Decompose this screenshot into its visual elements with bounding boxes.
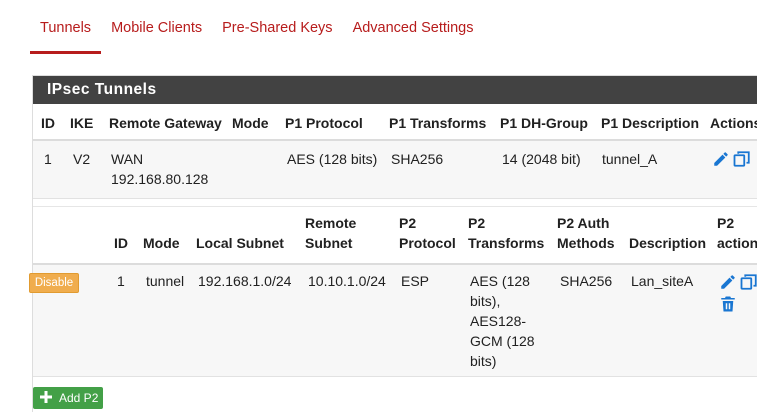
p1-header-actions: Actions (710, 115, 757, 131)
p2-header-auth-methods: P2 Auth Methods (557, 213, 615, 253)
p2-header-remote-subnet-line1: Remote (305, 215, 357, 231)
p2-header-auth-line1: P2 Auth (557, 215, 610, 231)
p1-header-id: ID (41, 115, 55, 131)
p1-header-remote-gateway: Remote Gateway (109, 115, 222, 131)
p2-auth-methods: SHA256 (560, 273, 613, 289)
p1-header-protocol: P1 Protocol (285, 115, 363, 131)
edit-p1-pencil-icon[interactable] (712, 150, 730, 168)
p2-header-actions-line2: actions (717, 235, 757, 251)
p1-table-row: 1 V2 WAN 192.168.80.128 AES (128 bits) S… (33, 141, 757, 199)
p2-remote-subnet: 10.10.1.0/24 (308, 273, 386, 289)
p2-transforms: AES (128 bits), AES128- GCM (128 bits) (470, 271, 535, 371)
p1-transforms: SHA256 (391, 151, 444, 167)
p1-table-header: ID IKE Remote Gateway Mode P1 Protocol P… (33, 105, 757, 141)
p2-id: 1 (117, 273, 125, 289)
p2-header-transforms-line2: Transforms (468, 235, 545, 251)
p2-transforms-line: AES128- (470, 313, 527, 329)
p2-transforms-line: GCM (128 (470, 333, 535, 349)
p2-header-remote-subnet: Remote Subnet (305, 213, 356, 253)
p2-header-protocol-line1: P2 (399, 215, 417, 231)
p1-header-mode: Mode (232, 115, 269, 131)
p1-protocol: AES (128 bits) (287, 151, 378, 167)
p2-transforms-line: bits) (470, 353, 497, 369)
delete-p2-trash-icon[interactable] (719, 295, 737, 313)
p2-header-description: Description (629, 235, 707, 251)
p2-local-subnet: 192.168.1.0/24 (198, 273, 292, 289)
p2-transforms-line: AES (128 (470, 273, 530, 289)
plus-icon (40, 391, 52, 403)
p2-header-mode: Mode (143, 235, 180, 251)
p1-remote-gateway-address: 192.168.80.128 (111, 171, 209, 187)
p2-protocol: ESP (401, 273, 430, 289)
p1-header-dh-group: P1 DH-Group (500, 115, 588, 131)
panel-title: IPsec Tunnels (33, 76, 757, 104)
tab-bar: Tunnels Mobile Clients Pre-Shared Keys A… (30, 0, 483, 54)
p1-dh-group: 14 (2048 bit) (502, 151, 581, 167)
p2-header-protocol-line2: Protocol (399, 235, 456, 251)
edit-p2-pencil-icon[interactable] (719, 273, 737, 291)
p2-transforms-line: bits), (470, 293, 501, 309)
p1-header-description: P1 Description (601, 115, 700, 131)
p2-table-header: ID Mode Local Subnet Remote Subnet P2 Pr… (33, 207, 757, 265)
p2-header-transforms: P2 Transforms (468, 213, 544, 253)
p2-header-actions: P2 actions (717, 213, 757, 253)
p2-header-local-subnet: Local Subnet (196, 235, 284, 251)
p2-subtable: ID Mode Local Subnet Remote Subnet P2 Pr… (29, 206, 757, 412)
p2-header-protocol: P2 Protocol (399, 213, 456, 253)
p1-remote-gateway: WAN 192.168.80.128 (111, 149, 208, 189)
p2-description: Lan_siteA (631, 273, 694, 289)
p1-ike: V2 (73, 151, 91, 167)
p2-table-row: Disable 1 tunnel 192.168.1.0/24 10.10.1.… (29, 265, 757, 377)
p2-header-auth-line2: Methods (557, 235, 615, 251)
p2-header-id: ID (114, 235, 128, 251)
p1-header-transforms: P1 Transforms (389, 115, 487, 131)
p1-remote-gateway-interface: WAN (111, 151, 144, 167)
p2-header-actions-line1: P2 (717, 215, 735, 231)
p2-mode: tunnel (146, 273, 185, 289)
copy-p2-copy-icon[interactable] (740, 273, 757, 291)
p2-header-remote-subnet-line2: Subnet (305, 235, 353, 251)
tab-advanced-settings[interactable]: Advanced Settings (343, 0, 484, 54)
ipsec-tunnels-panel: IPsec Tunnels ID IKE Remote Gateway Mode… (29, 75, 757, 412)
disable-button[interactable]: Disable (29, 273, 79, 293)
p2-header-transforms-line1: P2 (468, 215, 486, 231)
add-p2-label: Add P2 (59, 391, 99, 405)
p1-header-ike: IKE (70, 115, 94, 131)
add-p2-button[interactable]: Add P2 (33, 387, 103, 409)
p1-id: 1 (44, 151, 52, 167)
tab-tunnels[interactable]: Tunnels (30, 0, 102, 54)
tab-pre-shared-keys[interactable]: Pre-Shared Keys (212, 0, 342, 54)
copy-p1-copy-icon[interactable] (733, 150, 751, 168)
tab-mobile-clients[interactable]: Mobile Clients (101, 0, 212, 54)
p1-description: tunnel_A (602, 151, 658, 167)
